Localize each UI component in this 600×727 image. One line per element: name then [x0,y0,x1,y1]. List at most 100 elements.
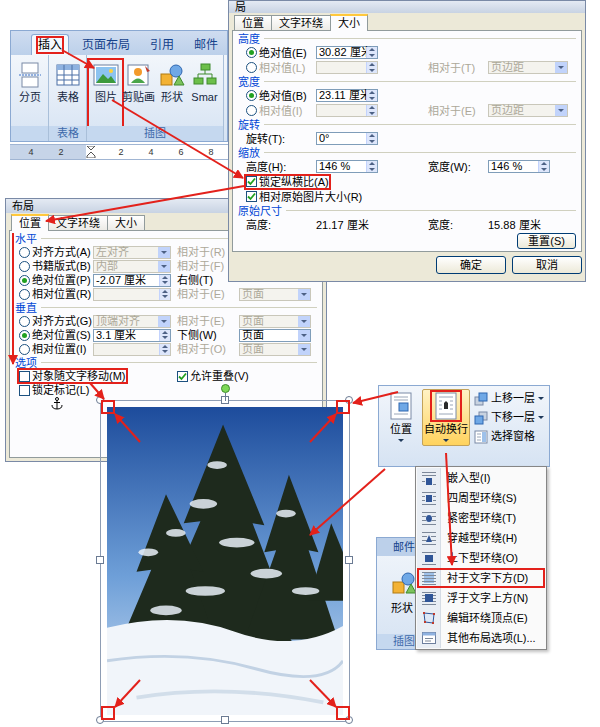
dropdown-arrow-icon[interactable] [555,62,567,73]
checkbox[interactable] [19,371,30,382]
radio-option[interactable]: 绝对值(E) [246,47,307,59]
spin-down-icon[interactable] [160,280,170,286]
ribbon-button[interactable]: Smar [188,60,221,126]
spinner-icon[interactable] [159,344,170,355]
radio-button[interactable] [19,330,30,341]
spin-field[interactable]: 3.1 厘米 [93,329,171,342]
radio-button[interactable] [19,316,30,327]
ribbon-button[interactable]: 图片 [89,60,122,126]
resize-handle[interactable] [96,556,104,564]
radio-button[interactable] [19,261,30,272]
dialog-tab[interactable]: 文字环绕 [48,215,108,230]
spin-field[interactable] [316,104,378,117]
radio-option[interactable]: 相对值(I) [246,105,302,117]
spin-field[interactable] [93,288,171,301]
radio-option[interactable]: 对齐方式(G) [19,315,92,327]
dropdown-arrow-icon[interactable] [398,439,404,442]
dialog-tab[interactable]: 大小 [107,215,145,230]
menu-item[interactable]: 衬于文字下方(D) [417,568,545,588]
checkbox-option[interactable]: 允许重叠(V) [177,370,249,382]
dropdown-arrow-icon[interactable] [158,261,170,272]
spin-field[interactable]: 146 % [488,160,550,173]
dropdown-arrow-icon[interactable] [158,247,170,258]
arrange-button[interactable]: 自动换行 [422,389,470,446]
small-button[interactable]: 选择窗格 [474,429,544,444]
cancel-button[interactable]: 取消 [512,256,582,274]
spin-up-icon[interactable] [160,330,170,336]
spin-down-icon[interactable] [539,167,549,173]
radio-button[interactable] [19,344,30,355]
spin-up-icon[interactable] [160,344,170,350]
dropdown-field[interactable]: 内部 [93,260,171,273]
spinner-icon[interactable] [366,62,377,73]
radio-option[interactable]: 书籍版式(B) [19,260,91,272]
checkbox[interactable] [177,371,188,382]
radio-option[interactable]: 绝对位置(S) [19,329,91,341]
resize-handle[interactable] [96,716,104,724]
dropdown-field[interactable]: 顶端对齐 [93,315,171,328]
checkbox-option[interactable]: 锁定纵横比(A) [246,176,329,188]
menu-item[interactable]: 穿越型环绕(H) [417,528,545,548]
radio-option[interactable]: 相对值(L) [246,62,305,74]
dropdown-arrow-icon[interactable] [538,416,544,419]
ribbon-tab[interactable]: 引用 [143,34,181,55]
radio-button[interactable] [246,62,257,73]
checkbox[interactable] [246,176,257,187]
dialog-tab[interactable]: 大小 [330,14,368,31]
radio-option[interactable]: 相对位置(I) [19,343,86,355]
spin-down-icon[interactable] [367,167,377,173]
spin-down-icon[interactable] [367,139,377,145]
spin-field[interactable]: 23.11 厘米 [316,89,378,102]
ribbon-tab[interactable]: 邮件 [377,538,415,556]
ok-button[interactable]: 确定 [436,256,506,274]
menu-item[interactable]: 紧密型环绕(T) [417,508,545,528]
spin-field[interactable]: 30.82 厘米 [316,46,378,59]
ribbon-button[interactable]: 表格 [51,60,84,126]
spin-up-icon[interactable] [160,289,170,295]
radio-option[interactable]: 相对位置(R) [19,288,91,300]
dropdown-arrow-icon[interactable] [298,344,310,355]
spin-down-icon[interactable] [160,335,170,341]
dialog-tab[interactable]: 位置 [11,214,49,231]
menu-item[interactable]: 其他布局选项(L)... [417,628,545,648]
ribbon-button[interactable]: 形状 [391,570,415,615]
spinner-icon[interactable] [366,47,377,58]
menu-item[interactable]: 嵌入型(I) [417,468,545,488]
spin-down-icon[interactable] [160,294,170,300]
dialog-tab[interactable]: 文字环绕 [271,15,331,30]
spin-up-icon[interactable] [367,47,377,53]
spinner-icon[interactable] [366,105,377,116]
spin-field[interactable] [316,61,378,74]
radio-option[interactable]: 绝对值(B) [246,90,307,102]
menu-item[interactable]: 上下型环绕(O) [417,548,545,568]
spin-field[interactable]: 146 % [316,160,378,173]
ribbon-tab[interactable]: 插入 [31,34,69,55]
picture[interactable] [100,400,350,722]
spin-up-icon[interactable] [160,275,170,281]
radio-option[interactable]: 对齐方式(A) [19,246,91,258]
dropdown-arrow-icon[interactable] [298,330,310,341]
dropdown-arrow-icon[interactable] [158,316,170,327]
small-button[interactable]: 下移一层 [474,410,544,425]
spinner-icon[interactable] [159,275,170,286]
dropdown-arrow-icon[interactable] [538,397,544,400]
spin-down-icon[interactable] [160,349,170,355]
dropdown-field[interactable]: 页面 [239,329,311,342]
dropdown-arrow-icon[interactable] [555,105,567,116]
resize-handle[interactable] [345,716,353,724]
rotate-handle[interactable] [221,384,230,393]
radio-button[interactable] [246,105,257,116]
menu-item[interactable]: 编辑环绕顶点(E) [417,608,545,628]
resize-handle[interactable] [345,556,353,564]
dropdown-arrow-icon[interactable] [298,316,310,327]
spin-down-icon[interactable] [367,68,377,74]
resize-handle[interactable] [345,396,353,404]
radio-button[interactable] [19,247,30,258]
ribbon-tab[interactable]: 页面布局 [75,34,137,55]
menu-item[interactable]: 浮于文字上方(N) [417,588,545,608]
resize-handle[interactable] [96,396,104,404]
spin-up-icon[interactable] [367,161,377,167]
dropdown-arrow-icon[interactable] [298,289,310,300]
spin-field[interactable]: 0° [316,132,378,145]
ribbon-tab[interactable]: 邮件 [187,34,225,55]
